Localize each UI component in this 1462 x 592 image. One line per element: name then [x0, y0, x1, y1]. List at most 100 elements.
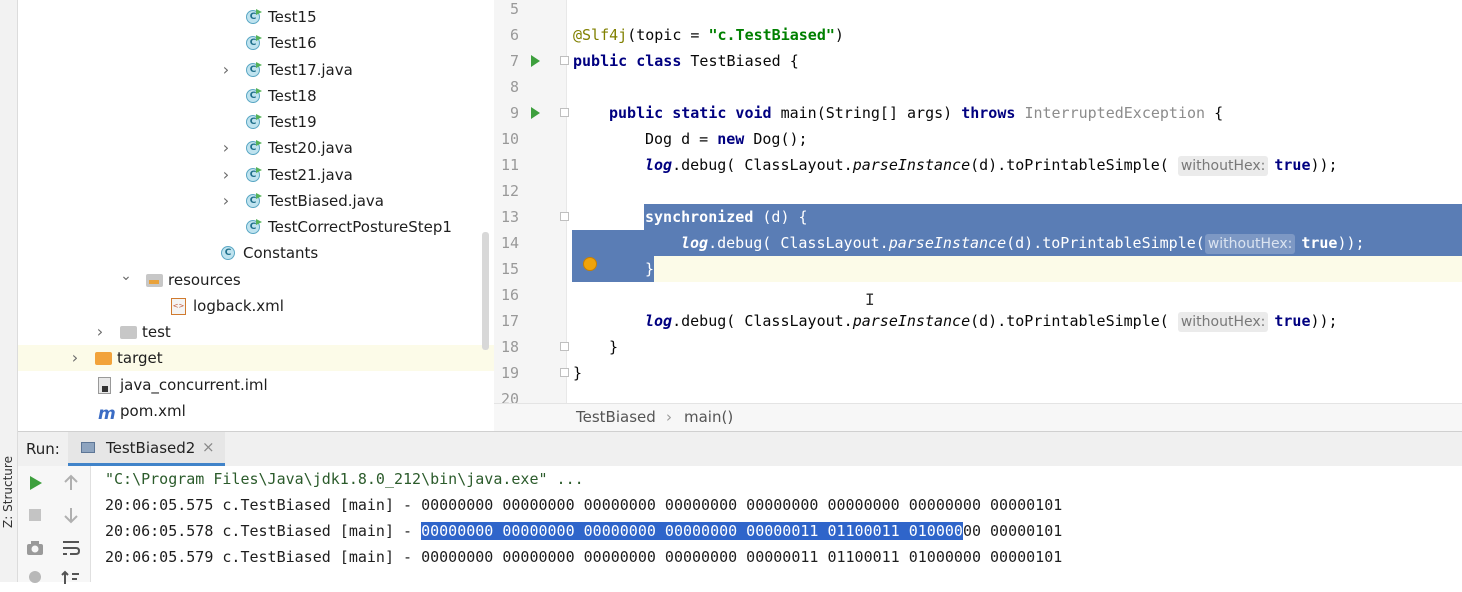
- java-class-icon: C: [246, 36, 260, 50]
- tree-item-label: Test21.java: [268, 166, 353, 184]
- code-token: log: [645, 156, 673, 174]
- tree-item[interactable]: › target: [18, 345, 494, 371]
- tree-item[interactable]: C Test19: [18, 109, 494, 135]
- code-line: 16: [494, 282, 1462, 308]
- code-line: 12: [494, 178, 1462, 204]
- code-token: {: [1205, 104, 1224, 122]
- console-log-line: 20:06:05.578 c.TestBiased [main] - 00000…: [105, 518, 1062, 544]
- code-token: parseInstance: [852, 156, 971, 174]
- parameter-hint: withoutHex:: [1204, 234, 1296, 254]
- run-gutter-icon[interactable]: [531, 107, 540, 119]
- breadcrumb-class[interactable]: TestBiased: [576, 404, 656, 431]
- code-line: 13 synchronized (d) {: [494, 204, 1462, 230]
- line-number: 6: [509, 26, 519, 44]
- project-tree-scrollbar[interactable]: [482, 232, 489, 350]
- chevron-right-icon[interactable]: ›: [220, 135, 232, 161]
- camera-icon: [27, 541, 43, 555]
- code-token: throws: [961, 104, 1025, 122]
- fold-marker-icon[interactable]: [560, 342, 569, 351]
- parameter-hint: withoutHex:: [1177, 312, 1269, 332]
- code-token: true: [1301, 234, 1338, 252]
- tree-item[interactable]: C TestCorrectPostureStep1: [18, 214, 494, 240]
- gear-icon: [29, 571, 41, 583]
- breadcrumb-method[interactable]: main(): [684, 404, 733, 431]
- line-number: 9: [509, 104, 519, 122]
- line-number: 20: [500, 390, 519, 403]
- tree-item[interactable]: <> logback.xml: [18, 293, 494, 319]
- chevron-down-icon[interactable]: ⌄: [120, 263, 132, 289]
- fold-marker-icon[interactable]: [560, 108, 569, 117]
- tree-item[interactable]: C Test18: [18, 83, 494, 109]
- tree-item[interactable]: C Test16: [18, 30, 494, 56]
- console-output[interactable]: "C:\Program Files\Java\jdk1.8.0_212\bin\…: [91, 466, 1462, 582]
- line-number: 12: [500, 182, 519, 200]
- code-token: {: [780, 52, 799, 70]
- fold-marker-icon[interactable]: [560, 56, 569, 65]
- java-class-icon: C: [221, 246, 235, 260]
- chevron-right-icon[interactable]: ›: [220, 162, 232, 188]
- tree-item-label: target: [117, 349, 163, 367]
- tree-item[interactable]: › C Test20.java: [18, 135, 494, 161]
- code-line: 14 log.debug( ClassLayout.parseInstance(d…: [494, 230, 1462, 256]
- code-token: log: [645, 312, 673, 330]
- tree-item[interactable]: › C Test17.java: [18, 57, 494, 83]
- tree-item[interactable]: ⌄ resources: [18, 267, 494, 293]
- code-token: public static void: [609, 104, 781, 122]
- console-line-rest: 00 00000101: [962, 522, 1063, 540]
- fold-marker-icon[interactable]: [560, 212, 569, 221]
- code-token: ));: [1337, 234, 1365, 252]
- line-number: 11: [500, 156, 519, 174]
- folder-icon: [95, 352, 112, 365]
- java-class-icon: C: [246, 168, 260, 182]
- tree-item[interactable]: › test: [18, 319, 494, 345]
- tree-item[interactable]: java_concurrent.iml: [18, 372, 494, 398]
- sort-button[interactable]: [60, 566, 82, 588]
- scroll-up-button[interactable]: [60, 472, 82, 494]
- line-number: 15: [500, 260, 519, 278]
- code-text: @Slf4j(topic = "c.TestBiased"): [573, 22, 844, 48]
- java-class-icon: C: [246, 141, 260, 155]
- scroll-down-button[interactable]: [60, 504, 82, 526]
- tree-item[interactable]: C Test15: [18, 4, 494, 30]
- screenshot-button[interactable]: [24, 537, 46, 559]
- code-text: synchronized (d) {: [645, 204, 808, 230]
- chevron-right-icon[interactable]: ›: [220, 57, 232, 83]
- close-icon[interactable]: ×: [202, 438, 215, 456]
- tree-item-label: Constants: [243, 244, 319, 262]
- java-class-icon: C: [246, 115, 260, 129]
- soft-wrap-button[interactable]: [60, 537, 82, 559]
- rerun-button[interactable]: [24, 472, 46, 494]
- settings-button[interactable]: [24, 566, 46, 588]
- chevron-right-icon[interactable]: ›: [220, 188, 232, 214]
- code-token: (d).toPrintableSimple(: [970, 156, 1178, 174]
- tree-item[interactable]: › C TestBiased.java: [18, 188, 494, 214]
- line-number: 14: [500, 234, 519, 252]
- tree-item[interactable]: › C Test21.java: [18, 162, 494, 188]
- code-text: }: [645, 256, 654, 282]
- tree-item[interactable]: m pom.xml: [18, 398, 494, 424]
- code-token: InterruptedException: [1024, 104, 1206, 122]
- code-token: }: [645, 260, 655, 278]
- folder-icon: [120, 326, 137, 339]
- chevron-right-icon[interactable]: ›: [94, 319, 106, 345]
- maven-icon: m: [98, 404, 116, 424]
- code-token: ): [834, 26, 844, 44]
- code-editor[interactable]: 5 6 @Slf4j(topic = "c.TestBiased") 7 public …: [494, 0, 1462, 403]
- tree-item-label: Test16: [268, 34, 317, 52]
- stop-button[interactable]: [24, 504, 46, 526]
- structure-tool-tab[interactable]: Z: Structure: [0, 455, 17, 535]
- code-line: 10 Dog d = new Dog();: [494, 126, 1462, 152]
- code-line: 19}: [494, 360, 1462, 386]
- tree-item-label: Test17.java: [268, 61, 353, 79]
- code-token: new: [717, 130, 754, 148]
- intention-bulb-icon[interactable]: [583, 257, 597, 271]
- java-class-icon: C: [246, 220, 260, 234]
- arrow-up-icon: [64, 474, 78, 490]
- run-gutter-icon[interactable]: [531, 55, 540, 67]
- tree-item[interactable]: C Constants: [18, 240, 494, 266]
- fold-marker-icon[interactable]: [560, 368, 569, 377]
- chevron-right-icon[interactable]: ›: [69, 345, 81, 371]
- code-token: true: [1274, 156, 1311, 174]
- tree-item-label: Test19: [268, 113, 317, 131]
- run-tab-testbiased2[interactable]: TestBiased2 ×: [68, 432, 225, 466]
